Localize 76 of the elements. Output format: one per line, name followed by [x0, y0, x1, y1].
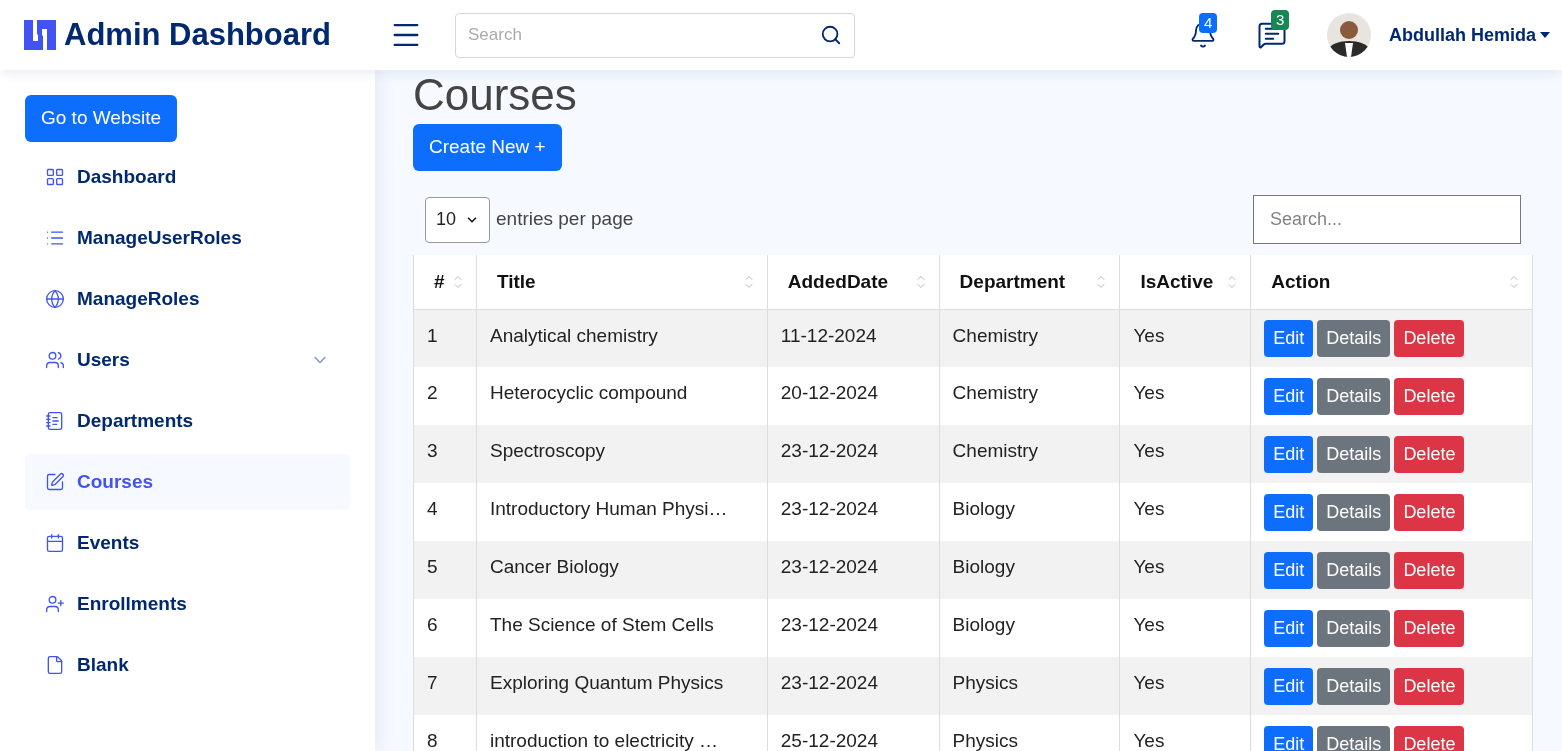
users-icon	[45, 350, 65, 370]
details-button[interactable]: Details	[1317, 319, 1391, 357]
edit-button[interactable]: Edit	[1264, 725, 1314, 751]
table-cell: 8	[413, 715, 477, 751]
edit-button[interactable]: Edit	[1264, 493, 1314, 531]
sidebar-label: ManageRoles	[77, 286, 200, 311]
table-cell: Physics	[939, 715, 1120, 751]
sidebar-label: Courses	[77, 469, 154, 494]
file-icon	[45, 655, 65, 675]
sidebar-label: Enrollments	[77, 591, 187, 616]
message-count: 3	[1271, 10, 1290, 30]
create-new-button[interactable]: Create New +	[413, 124, 562, 171]
delete-button[interactable]: Delete	[1394, 435, 1465, 473]
edit-icon	[45, 472, 65, 492]
notification-count: 4	[1199, 13, 1218, 33]
sidebar-item[interactable]: ManageUserRoles	[25, 210, 350, 266]
sidebar-item[interactable]: Courses	[25, 454, 350, 510]
sidebar-label: Dashboard	[77, 164, 177, 189]
details-button[interactable]: Details	[1317, 667, 1391, 705]
delete-button[interactable]: Delete	[1394, 493, 1465, 531]
table-cell: 25-12-2024	[767, 715, 940, 751]
edit-button[interactable]: Edit	[1264, 551, 1314, 589]
sidebar-label: Blank	[77, 652, 129, 677]
logo-text: Admin Dashboard	[64, 15, 331, 54]
sidebar-item[interactable]: Users	[25, 332, 350, 388]
delete-button[interactable]: Delete	[1394, 609, 1465, 647]
sidebar-item[interactable]: Enrollments	[25, 576, 350, 632]
edit-button[interactable]: Edit	[1264, 319, 1314, 357]
edit-button[interactable]: Edit	[1264, 377, 1314, 415]
edit-button[interactable]: Edit	[1264, 435, 1314, 473]
user-add-icon	[45, 594, 65, 614]
search-input[interactable]: Search	[468, 22, 820, 48]
sidebar-item[interactable]: ManageRoles	[25, 271, 350, 327]
sidebar-item[interactable]: Events	[25, 515, 350, 571]
delete-button[interactable]: Delete	[1394, 551, 1465, 589]
column-header[interactable]: #	[413, 255, 477, 309]
details-button[interactable]: Details	[1317, 725, 1391, 751]
search-icon[interactable]	[820, 24, 842, 46]
user-menu[interactable]: Abdullah Hemida	[1389, 21, 1550, 49]
details-button[interactable]: Details	[1317, 493, 1391, 531]
calendar-icon	[45, 533, 65, 553]
sidebar-item[interactable]: Blank	[25, 637, 350, 693]
table-search-field[interactable]: Search...	[1253, 195, 1521, 244]
delete-button[interactable]: Delete	[1394, 319, 1465, 357]
grid-icon	[45, 167, 65, 187]
globe-icon	[45, 289, 65, 309]
sidebar-item[interactable]: Departments	[25, 393, 350, 449]
details-button[interactable]: Details	[1317, 551, 1391, 589]
column-header[interactable]: Title	[476, 255, 768, 309]
column-header[interactable]: AddedDate	[767, 255, 940, 309]
table-cell: Yes	[1119, 715, 1251, 751]
column-header[interactable]: Department	[939, 255, 1120, 309]
page-size-label: entries per page	[496, 207, 634, 232]
sidebar-label: ManageUserRoles	[77, 225, 242, 250]
table-cell: introduction to electricity …	[476, 715, 768, 751]
sidebar-item[interactable]: Dashboard	[25, 149, 350, 205]
column-header[interactable]: IsActive	[1119, 255, 1251, 309]
delete-button[interactable]: Delete	[1394, 667, 1465, 705]
caret-icon	[1540, 32, 1550, 38]
delete-button[interactable]: Delete	[1394, 377, 1465, 415]
details-button[interactable]: Details	[1317, 609, 1391, 647]
page-size-select[interactable]: 10	[425, 196, 490, 243]
details-button[interactable]: Details	[1317, 435, 1391, 473]
sidebar-label: Departments	[77, 408, 194, 433]
search-field[interactable]: Search	[455, 12, 855, 58]
column-header[interactable]: Action	[1250, 255, 1533, 309]
edit-button[interactable]: Edit	[1264, 609, 1314, 647]
notebook-icon	[45, 411, 65, 431]
page-title: Courses	[413, 72, 578, 118]
delete-button[interactable]: Delete	[1394, 725, 1465, 751]
logo-icon	[24, 20, 56, 50]
sidebar-label: Users	[77, 347, 130, 372]
go-to-website-button[interactable]: Go to Website	[25, 95, 178, 142]
edit-button[interactable]: Edit	[1264, 667, 1314, 705]
details-button[interactable]: Details	[1317, 377, 1391, 415]
sidebar-label: Events	[77, 530, 140, 555]
